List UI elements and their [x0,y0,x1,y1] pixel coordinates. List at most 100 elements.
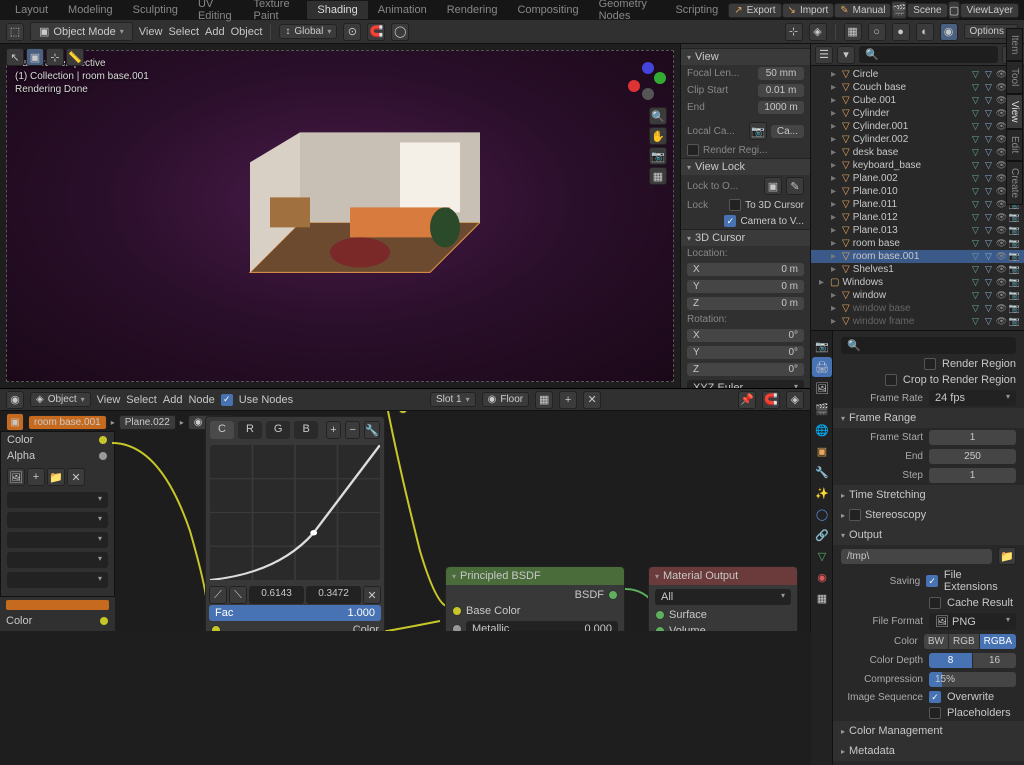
tool-select-box[interactable]: ▣ [26,48,44,66]
outliner-row[interactable]: ▸▽Cylinder▽▽👁📷 [811,107,1024,120]
proptab-world[interactable]: 🌐 [812,420,832,440]
outliner-row[interactable]: ▸▽desk base▽▽👁📷 [811,146,1024,159]
crop-check[interactable] [885,374,897,386]
viewlayer-selector[interactable]: ViewLayer [960,3,1019,18]
tex-color-socket[interactable] [98,435,108,445]
proptab-viewlayer[interactable]: 🖼 [812,378,832,398]
tex-ext[interactable]: ▾ [7,532,108,548]
node-editor-type-icon[interactable]: ◉ [6,391,24,409]
cache-check[interactable] [929,597,941,609]
pin-icon[interactable]: 📌 [738,391,756,409]
lock-3dcursor-check[interactable] [729,199,741,211]
bsdf-out-socket[interactable] [608,590,618,600]
outliner-display-icon[interactable]: ▾ [837,46,855,64]
export-button[interactable]: ↗Export [728,3,781,18]
viewlayer-icon[interactable]: ▢ [948,1,961,19]
metadata-header[interactable]: ▸Metadata [833,741,1024,761]
npanel-tab-view[interactable]: View [1006,94,1023,130]
tex-img-icon[interactable]: 🖼 [7,468,25,486]
tex-open-icon[interactable]: 📁 [47,468,65,486]
proptab-texture[interactable]: ▦ [812,588,832,608]
metallic-field[interactable]: Metallic0.000 [466,621,618,631]
tool-cursor[interactable]: ↖ [6,48,24,66]
curve-tools[interactable]: 🔧 [364,421,380,439]
tex-color-space[interactable]: ▾ [7,552,108,568]
frame-end-field[interactable]: 250 [929,449,1016,464]
menu-select[interactable]: Select [168,26,199,38]
viewport-3d[interactable]: ↖ ▣ ⊹ 📏 Camera Perspective (1) Collectio… [0,44,680,388]
proptab-output[interactable]: 🖨 [812,357,832,377]
output-header[interactable]: ▾Output [833,525,1024,545]
color-bw[interactable]: BW [924,634,948,649]
proptab-material[interactable]: ◉ [812,567,832,587]
tab-geo[interactable]: Geometry Nodes [589,0,666,25]
curve-y-field[interactable]: 0.3472 [306,586,361,604]
stereo-header[interactable]: ▸Stereoscopy [833,505,1024,525]
rotation-mode[interactable]: XYZ Euler▾ [687,380,804,388]
handle-auto[interactable]: ⟋ [209,586,227,604]
nav-gizmo[interactable]: 🔍 ✋ 📷 ▦ [627,61,667,185]
wireframe-icon[interactable]: ○ [868,23,886,41]
menu-object[interactable]: Object [231,26,263,38]
menu-view[interactable]: View [139,26,163,38]
curve-zoom-out[interactable]: − [345,421,360,439]
lockto-picker[interactable]: ▣ [764,177,782,195]
frame-step-field[interactable]: 1 [929,468,1016,483]
outliner-row[interactable]: ▸▽Couch base▽▽👁📷 [811,81,1024,94]
mode-selector[interactable]: ▣ Object Mode ▾ [30,22,133,41]
outliner-row[interactable]: ▸▽window▽▽👁📷 [811,289,1024,302]
breadcrumb-obj[interactable]: room base.001 [28,415,107,430]
overlay-toggle[interactable]: ◈ [809,23,827,41]
frame-start-field[interactable]: 1 [929,430,1016,445]
tab-texpaint[interactable]: Texture Paint [243,0,307,25]
tex-new-icon[interactable]: + [27,468,45,486]
material-output-node[interactable]: ▾Material Output All▾ Surface Volume Dis… [648,566,798,631]
proptab-particles[interactable]: ✨ [812,483,832,503]
color-rgba[interactable]: RGBA [980,634,1016,649]
render-region-prop[interactable] [924,358,936,370]
color-mgmt-header[interactable]: ▸Color Management [833,721,1024,741]
outliner-row[interactable]: ▸▽Shelves1▽▽👁📷 [811,263,1024,276]
handle-vector[interactable]: ⟍ [229,586,247,604]
tex-interp[interactable]: ▾ [7,492,108,508]
tab-uv[interactable]: UV Editing [188,0,244,25]
proptab-object[interactable]: ▣ [812,441,832,461]
cursor-x[interactable]: X0 m [687,263,804,276]
curve-x-field[interactable]: 0.6143 [249,586,304,604]
mat-unlink-icon[interactable]: ✕ [583,391,601,409]
metallic-socket[interactable] [452,624,462,631]
file-format-field[interactable]: 🖼 PNG▾ [929,613,1016,630]
cursor-rz[interactable]: Z0° [687,363,804,376]
persp-icon[interactable]: ▦ [649,167,667,185]
curve-tab-b[interactable]: B [294,421,317,439]
tex-unlink-icon[interactable]: ✕ [67,468,85,486]
tab-shading[interactable]: Shading [307,1,367,19]
outliner-row[interactable]: ▸▽window frame▽▽👁📷 [811,315,1024,328]
tab-script[interactable]: Scripting [665,1,728,19]
xray-icon[interactable]: ▦ [844,23,862,41]
cursor-y[interactable]: Y0 m [687,280,804,293]
node-overlay-icon[interactable]: ◈ [786,391,804,409]
npanel-tab-edit[interactable]: Edit [1006,129,1023,160]
orientation[interactable]: ↕ Global ▾ [279,24,337,39]
view-panel-header[interactable]: ▾View [681,48,810,65]
curve-tab-r[interactable]: R [238,421,262,439]
solid-icon[interactable]: ● [892,23,910,41]
folder-icon[interactable]: 📁 [998,547,1016,565]
outliner-row[interactable]: ▸▽Plane.002▽▽👁📷 [811,172,1024,185]
depth-8[interactable]: 8 [929,653,972,668]
cam-to-view-check[interactable] [724,215,736,227]
scene-selector[interactable]: Scene [907,3,947,18]
outliner-row[interactable]: ▸▽Cylinder.002▽▽👁📷 [811,133,1024,146]
outliner-row[interactable]: ▸▽room base▽▽👁📷 [811,237,1024,250]
curve-tab-g[interactable]: G [266,421,291,439]
zoom-icon[interactable]: 🔍 [649,107,667,125]
pan-icon[interactable]: ✋ [649,127,667,145]
node-menu-view[interactable]: View [97,394,121,406]
clipend-field[interactable]: 1000 m [758,101,804,114]
curve-delete-point[interactable]: ✕ [363,586,381,604]
camera-icon[interactable]: 📷 [649,147,667,165]
tab-sculpting[interactable]: Sculpting [123,1,188,19]
outliner-row[interactable]: ▸▽Plane.013▽▽👁📷 [811,224,1024,237]
outliner-type-icon[interactable]: ☰ [815,46,833,64]
